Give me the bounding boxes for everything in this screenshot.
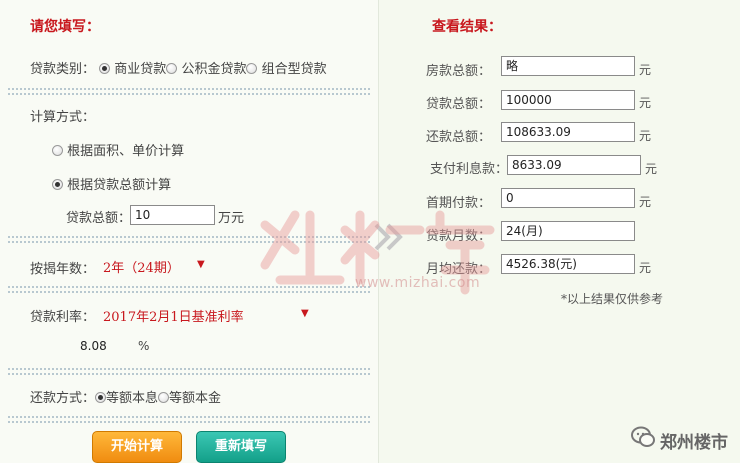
repay-equal-installment-label[interactable]: 等额本息 [106,391,158,406]
calc-by-amount-radio[interactable] [52,179,63,190]
total-loan-unit: 元 [639,96,652,110]
calc-by-area-label[interactable]: 根据面积、单价计算 [67,144,184,159]
down-payment-unit: 元 [639,195,652,209]
watermark-url: www.mizhai.com [355,275,481,291]
double-chevron-right-icon [374,223,403,251]
calc-by-area-radio[interactable] [52,145,63,156]
loan-amount-label: 贷款总额： [66,211,132,226]
down-payment-field: 0 [501,188,635,208]
calc-by-amount-label[interactable]: 根据贷款总额计算 [67,178,171,193]
loan-type-fund-label[interactable]: 公积金贷款 [181,62,246,77]
monthly-payment-unit: 元 [639,261,652,275]
result-heading: 查看结果： [432,19,502,35]
total-repayment-field: 108633.09 [501,122,635,142]
years-label: 按揭年数： [30,262,96,277]
monthly-payment-field: 4526.38(元) [501,254,635,274]
divider [8,421,370,423]
interest-paid-field: 8633.09 [507,155,641,175]
divider [8,286,370,288]
divider [8,93,370,95]
divider [8,291,370,293]
repay-equal-installment-radio[interactable] [95,392,107,403]
rate-unit: % [138,339,150,353]
repay-equal-principal-radio[interactable] [158,392,170,403]
repay-equal-principal-label[interactable]: 等额本金 [169,391,221,406]
total-repayment-label: 还款总额： [425,130,491,145]
total-house-price-label: 房款总额： [425,64,491,79]
brand-logo-text: 郑州楼市 [660,433,728,453]
repay-method-row: 还款方式： 等额本息 等额本金 [30,387,221,406]
interest-paid-label: 支付利息款： [430,162,509,177]
loan-type-combo-label[interactable]: 组合型贷款 [262,62,327,77]
divider [8,368,370,370]
divider [8,416,370,418]
calc-method-label: 计算方式： [30,110,96,125]
loan-type-fund-radio[interactable] [166,63,178,74]
divider [8,236,370,238]
divider [8,241,370,243]
total-loan-field: 100000 [501,90,635,110]
disclaimer-note: *以上结果仅供参考 [561,292,664,306]
loan-amount-unit: 万元 [218,211,245,226]
loan-amount-input[interactable]: 10 [130,205,215,225]
chevron-down-icon[interactable]: ▼ [197,259,205,270]
years-select-value: 2年（24期） [103,261,180,276]
total-house-price-field: 略 [501,56,635,76]
years-select[interactable]: 2年（24期） [103,257,180,276]
repay-method-label: 还款方式： [30,391,96,406]
loan-type-commercial-radio[interactable] [99,63,111,74]
reset-button[interactable]: 重新填写 [196,431,286,463]
rate-number-field[interactable]: 8.08 [80,339,107,353]
loan-type-row: 贷款类别： 商业贷款 公积金贷款 组合型贷款 [30,58,327,77]
rate-select-value: 2017年2月1日基准利率 [103,310,244,325]
wechat-icon [631,426,655,447]
rate-select[interactable]: 2017年2月1日基准利率 [103,306,244,325]
chevron-down-icon[interactable]: ▼ [301,308,309,319]
divider [8,373,370,375]
divider [8,88,370,90]
input-heading: 请您填写： [30,19,100,35]
loan-months-field: 24(月) [501,221,635,241]
calc-by-area-option[interactable]: 根据面积、单价计算 [52,140,184,159]
start-calculation-button[interactable]: 开始计算 [92,431,182,463]
interest-paid-unit: 元 [645,162,658,176]
calc-by-amount-option[interactable]: 根据贷款总额计算 [52,174,171,193]
rate-label: 贷款利率： [30,310,96,325]
total-house-price-unit: 元 [639,63,652,77]
loan-months-label: 贷款月数： [425,229,491,244]
loan-type-commercial-label[interactable]: 商业贷款 [114,62,166,77]
total-loan-label: 贷款总额： [425,97,491,112]
total-repayment-unit: 元 [639,129,652,143]
down-payment-label: 首期付款： [425,196,491,211]
loan-type-combo-radio[interactable] [246,63,258,74]
loan-type-label: 贷款类别： [30,62,96,77]
